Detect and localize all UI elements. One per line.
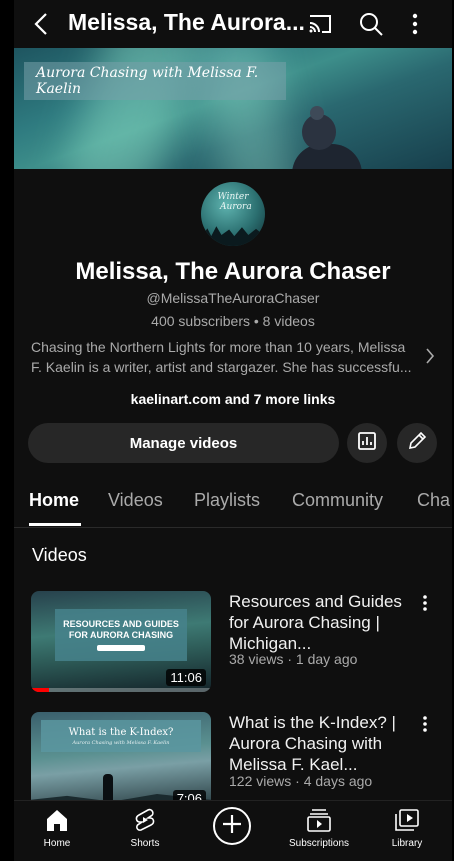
chevron-right-icon[interactable] bbox=[424, 346, 436, 371]
back-arrow-icon[interactable] bbox=[28, 10, 56, 38]
search-icon[interactable] bbox=[358, 11, 384, 42]
watch-progress-bar bbox=[31, 688, 49, 692]
tab-home[interactable]: Home bbox=[29, 490, 79, 511]
channel-links[interactable]: kaelinart.com and 7 more links bbox=[14, 391, 452, 407]
video-thumbnail[interactable]: What is the K-Index? Aurora Chasing with… bbox=[31, 712, 211, 813]
video-meta: 122 views · 4 days ago bbox=[229, 773, 373, 789]
more-vert-icon[interactable] bbox=[410, 11, 420, 42]
video-title[interactable]: What is the K-Index? | Aurora Chasing wi… bbox=[229, 712, 409, 775]
channel-banner: Aurora Chasing with Melissa F. Kaelin bbox=[14, 48, 452, 169]
video-duration: 11:06 bbox=[166, 669, 206, 686]
bottom-navigation: Home Shorts Subscriptions Library bbox=[14, 800, 452, 861]
tab-channels[interactable]: Cha bbox=[417, 490, 450, 511]
active-tab-indicator bbox=[29, 523, 81, 526]
thumbnail-title-card: What is the K-Index? Aurora Chasing with… bbox=[41, 720, 201, 752]
channel-tabs: Home Videos Playlists Community Cha bbox=[14, 480, 452, 528]
nav-shorts[interactable]: Shorts bbox=[105, 807, 185, 849]
channel-title: Melissa, The Aurora... bbox=[68, 9, 305, 35]
nav-library[interactable]: Library bbox=[367, 807, 447, 849]
edit-channel-button[interactable] bbox=[397, 423, 437, 463]
library-icon bbox=[367, 807, 447, 833]
thumbnail-title-card: RESOURCES AND GUIDES FOR AURORA CHASING bbox=[55, 609, 187, 661]
tab-community[interactable]: Community bbox=[292, 490, 383, 511]
pencil-icon bbox=[406, 430, 428, 457]
shorts-icon bbox=[105, 807, 185, 833]
more-vert-icon[interactable] bbox=[421, 593, 429, 618]
video-meta: 38 views · 1 day ago bbox=[229, 651, 358, 667]
nav-subscriptions[interactable]: Subscriptions bbox=[279, 807, 359, 849]
tab-videos[interactable]: Videos bbox=[108, 490, 163, 511]
watch-progress-track bbox=[31, 688, 211, 692]
subscriptions-icon bbox=[279, 807, 359, 833]
tab-playlists[interactable]: Playlists bbox=[194, 490, 260, 511]
create-plus-icon bbox=[221, 813, 243, 840]
video-title[interactable]: Resources and Guides for Aurora Chasing … bbox=[229, 591, 409, 654]
channel-screen: Melissa, The Aurora... Aurora Chasing wi… bbox=[14, 0, 452, 861]
banner-tagline: Aurora Chasing with Melissa F. Kaelin bbox=[24, 62, 286, 100]
section-title: Videos bbox=[32, 545, 87, 565]
person-silhouette bbox=[103, 774, 113, 802]
channel-handle: @MelissaTheAuroraChaser bbox=[146, 290, 320, 306]
nav-home[interactable]: Home bbox=[17, 807, 97, 849]
channel-stats: 400 subscribers • 8 videos bbox=[151, 313, 315, 329]
channel-avatar[interactable]: Winter Aurora bbox=[201, 182, 265, 246]
top-app-bar: Melissa, The Aurora... bbox=[14, 0, 452, 48]
channel-name: Melissa, The Aurora Chaser bbox=[75, 258, 391, 285]
channel-description[interactable]: Chasing the Northern Lights for more tha… bbox=[31, 337, 419, 377]
create-button[interactable] bbox=[213, 807, 251, 845]
video-thumbnail[interactable]: RESOURCES AND GUIDES FOR AURORA CHASING … bbox=[31, 591, 211, 692]
manage-videos-button[interactable]: Manage videos bbox=[28, 423, 339, 463]
video-row[interactable]: RESOURCES AND GUIDES FOR AURORA CHASING … bbox=[14, 591, 452, 701]
cast-icon[interactable] bbox=[308, 12, 334, 41]
analytics-button[interactable] bbox=[347, 423, 387, 463]
analytics-icon bbox=[357, 431, 377, 456]
more-vert-icon[interactable] bbox=[421, 714, 429, 739]
home-icon bbox=[17, 807, 97, 833]
